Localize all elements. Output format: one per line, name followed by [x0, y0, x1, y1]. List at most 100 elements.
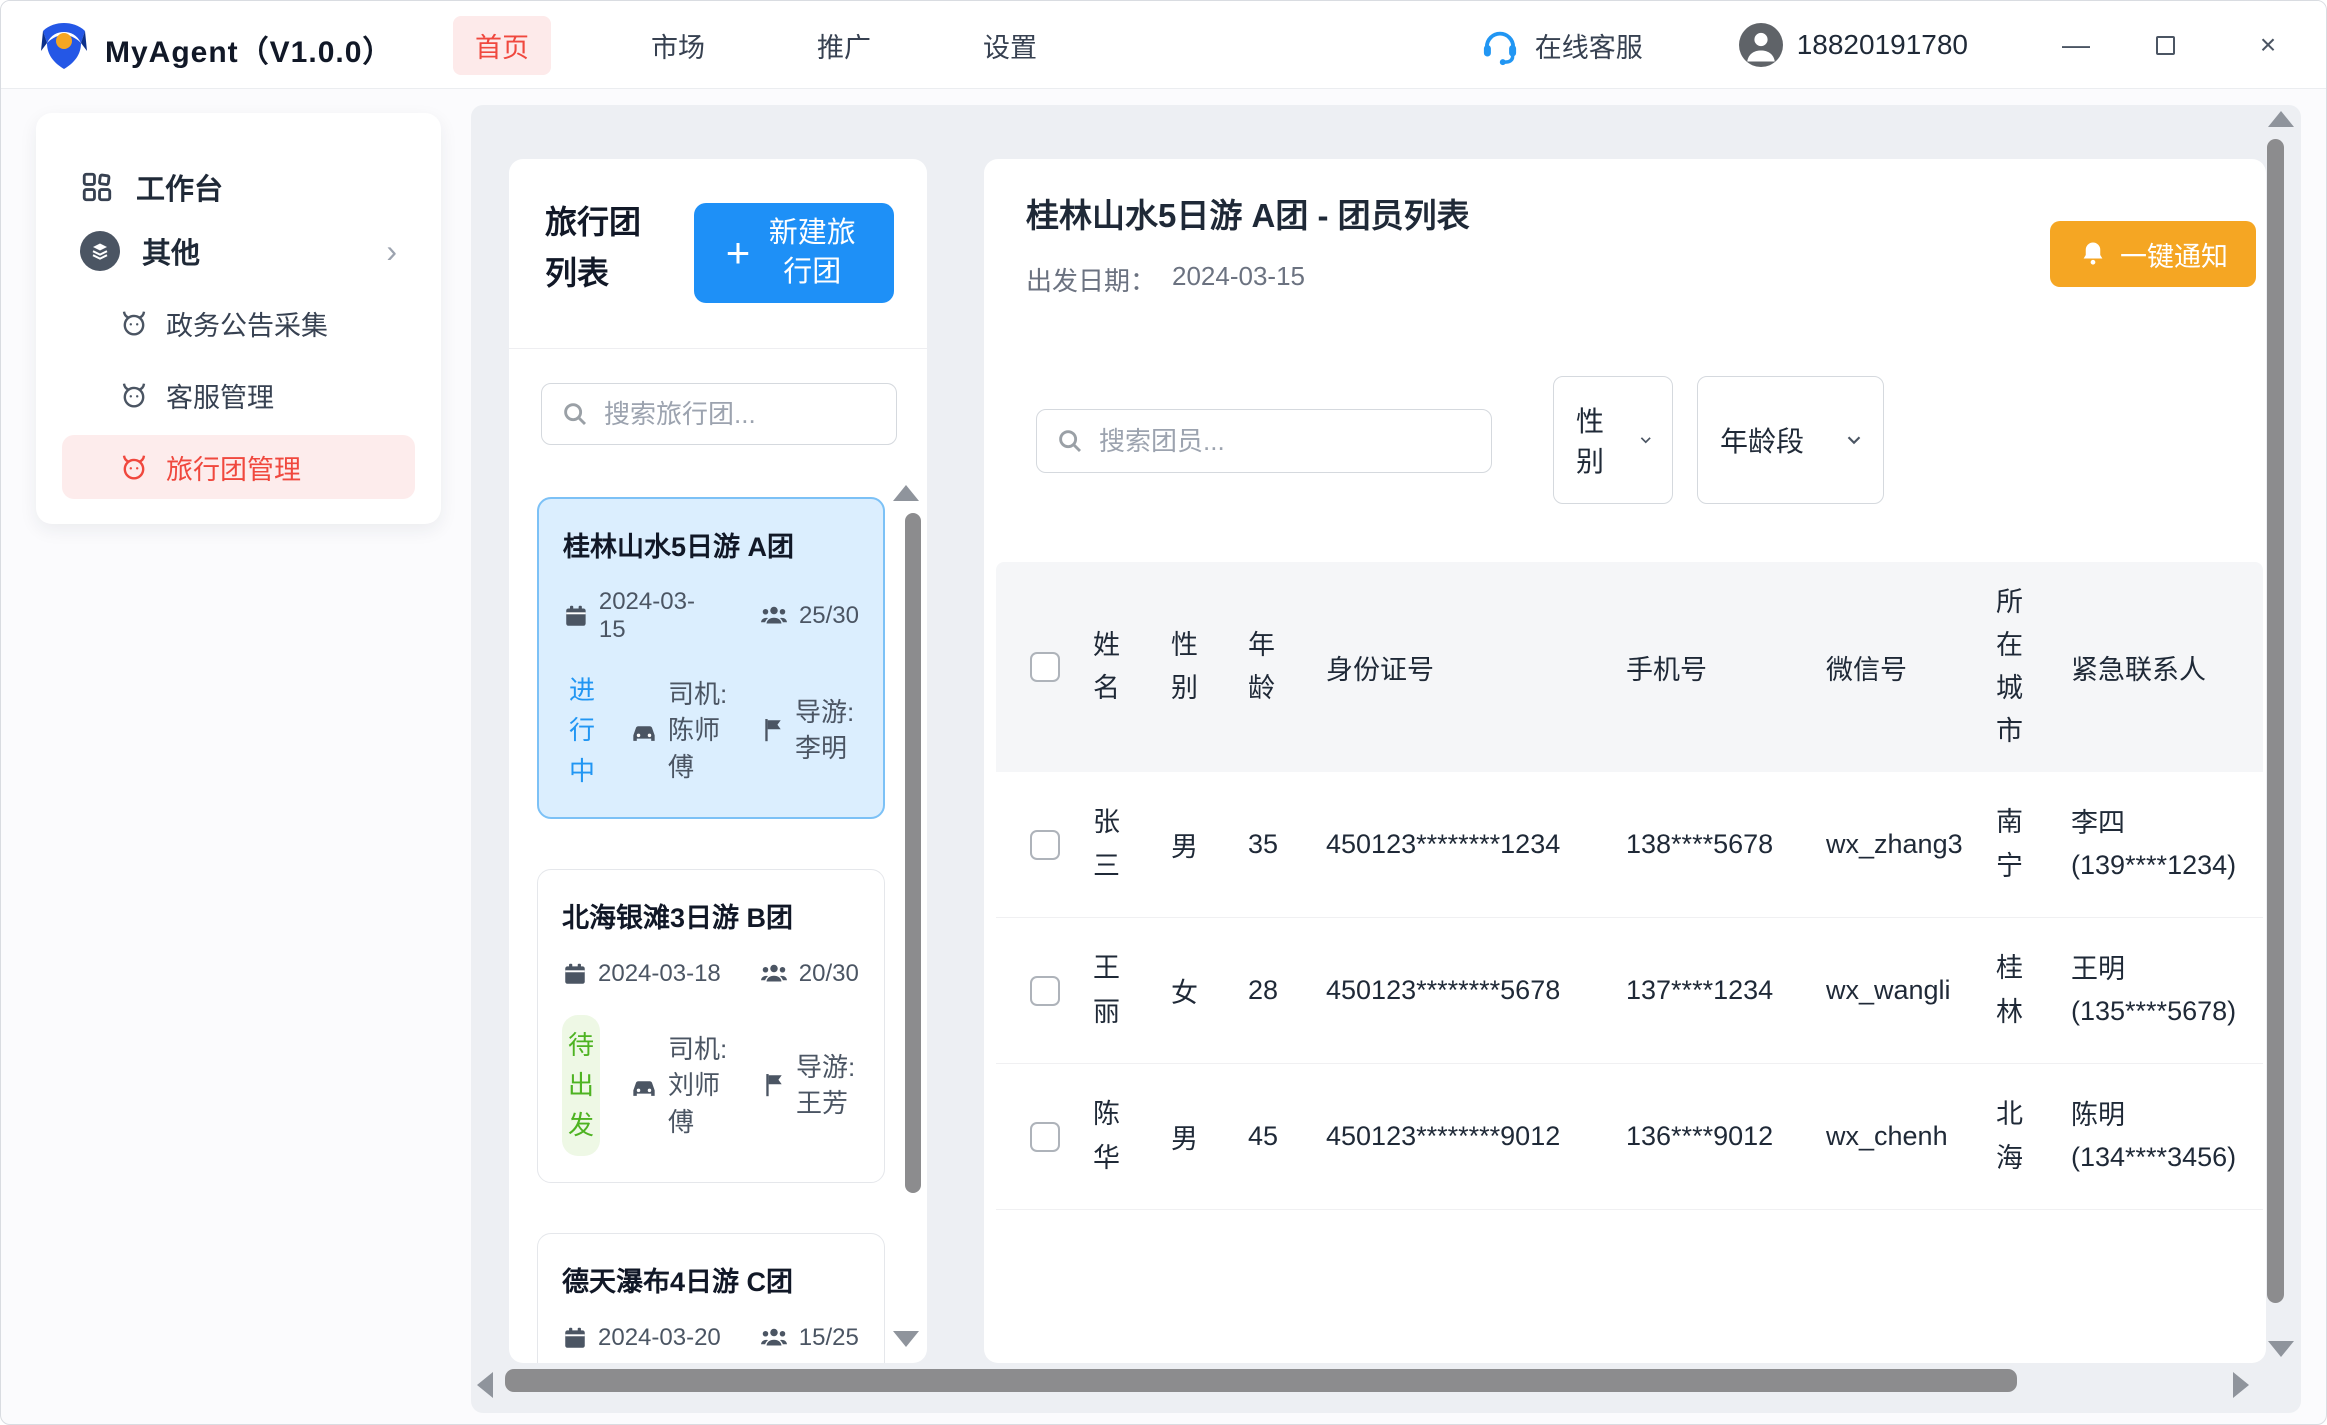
sidebar: 工作台 其他 › 政务公告采集 — [36, 113, 441, 524]
close-button[interactable]: × — [2252, 29, 2284, 61]
minimize-button[interactable]: — — [2060, 29, 2092, 61]
member-table-header: 姓名 性别 年龄 身份证号 手机号 微信号 所在城市 紧急联系人 — [996, 562, 2263, 772]
member-age: 35 — [1236, 829, 1314, 860]
depart-date-row: 出发日期： 2024-03-15 — [1026, 261, 1305, 298]
scroll-up-arrow[interactable] — [893, 485, 919, 501]
tour-cards: 桂林山水5日游 A团 2024-03-15 — [537, 497, 885, 1363]
col-name: 姓名 — [1093, 624, 1123, 710]
tour-list-scrollbar[interactable] — [905, 513, 921, 1193]
member-city: 北海 — [1996, 1093, 2026, 1179]
scroll-down-arrow[interactable] — [2268, 1341, 2294, 1357]
age-filter-label: 年龄段 — [1720, 420, 1804, 460]
plus-icon: + — [726, 232, 751, 274]
member-search-box — [1036, 409, 1492, 473]
member-city: 南宁 — [1996, 801, 2026, 887]
member-city: 桂林 — [1996, 947, 2026, 1033]
scroll-right-arrow[interactable] — [2233, 1372, 2249, 1398]
notify-all-label: 一键通知 — [2120, 235, 2228, 274]
member-name: 张三 — [1093, 801, 1123, 887]
tour-search-input[interactable] — [604, 399, 878, 430]
sidebar-item-gov-notice[interactable]: 政务公告采集 — [62, 291, 415, 355]
member-phone: 138****5678 — [1614, 829, 1814, 860]
scroll-up-arrow[interactable] — [2268, 111, 2294, 127]
maximize-icon — [2156, 36, 2175, 55]
sidebar-tour-management-label: 旅行团管理 — [166, 448, 301, 487]
avatar — [1739, 23, 1783, 67]
tour-card[interactable]: 桂林山水5日游 A团 2024-03-15 — [537, 497, 885, 819]
member-gender: 男 — [1159, 825, 1236, 864]
new-tour-button[interactable]: + 新建旅行团 — [694, 203, 894, 303]
top-bar-right: 在线客服 18820191780 — × — [1479, 1, 2284, 89]
member-gender: 男 — [1159, 1117, 1236, 1156]
sidebar-item-customer-service[interactable]: 客服管理 — [62, 363, 415, 427]
tour-date: 2024-03-20 — [598, 1324, 721, 1352]
vertical-scrollbar[interactable] — [2267, 139, 2284, 1303]
nav-market[interactable]: 市场 — [639, 16, 717, 75]
tour-card[interactable]: 北海银滩3日游 B团 2024-03-18 — [537, 869, 885, 1183]
gender-filter-select[interactable]: 性别 — [1553, 376, 1673, 504]
online-service[interactable]: 在线客服 — [1479, 24, 1643, 66]
tour-list-panel: 旅行团列表 + 新建旅行团 桂林山水5日游 A团 2024-03-15 — [509, 159, 927, 1363]
col-phone: 手机号 — [1614, 648, 1814, 687]
member-emergency: 陈明 (134****3456) — [2059, 1095, 2263, 1179]
row-checkbox[interactable] — [1030, 830, 1060, 860]
row-checkbox[interactable] — [1030, 1122, 1060, 1152]
agent-icon — [118, 307, 150, 339]
horizontal-scrollbar[interactable] — [505, 1369, 2017, 1392]
member-table: 姓名 性别 年龄 身份证号 手机号 微信号 所在城市 紧急联系人 张三 男 35… — [996, 562, 2263, 1210]
tour-capacity: 20/30 — [799, 960, 859, 988]
col-emergency: 紧急联系人 — [2059, 648, 2263, 687]
member-phone: 137****1234 — [1614, 975, 1814, 1006]
maximize-button[interactable] — [2156, 36, 2188, 55]
nav-home[interactable]: 首页 — [453, 16, 551, 75]
agent-icon — [118, 379, 150, 411]
sidebar-customer-service-label: 客服管理 — [166, 376, 274, 415]
nav-settings[interactable]: 设置 — [971, 16, 1049, 75]
col-city: 所在城市 — [1996, 581, 2026, 754]
table-row: 王丽 女 28 450123********5678 137****1234 w… — [996, 918, 2263, 1064]
bell-icon — [2078, 239, 2108, 269]
people-icon — [759, 1323, 789, 1353]
member-id: 450123********5678 — [1314, 975, 1614, 1006]
calendar-icon — [562, 961, 588, 987]
member-age: 28 — [1236, 975, 1314, 1006]
col-gender: 性别 — [1171, 624, 1201, 710]
member-phone: 136****9012 — [1614, 1121, 1814, 1152]
scroll-down-arrow[interactable] — [893, 1331, 919, 1347]
tour-driver: 司机: 刘师傅 — [668, 1031, 732, 1140]
calendar-icon — [562, 1325, 588, 1351]
tour-capacity: 15/25 — [799, 1324, 859, 1352]
age-filter-select[interactable]: 年龄段 — [1697, 376, 1884, 504]
search-icon — [1055, 426, 1085, 456]
calendar-icon — [563, 603, 589, 629]
layers-icon — [80, 231, 120, 271]
row-checkbox[interactable] — [1030, 976, 1060, 1006]
depart-date-value: 2024-03-15 — [1172, 261, 1305, 298]
app-window: MyAgent（V1.0.0） 首页 市场 推广 设置 在线客服 — [0, 0, 2327, 1425]
tour-card[interactable]: 德天瀑布4日游 C团 2024-03-20 — [537, 1233, 885, 1363]
col-id: 身份证号 — [1314, 648, 1614, 687]
notify-all-button[interactable]: 一键通知 — [2050, 221, 2256, 287]
member-emergency: 王明 (135****5678) — [2059, 949, 2263, 1033]
top-nav: 首页 市场 推广 设置 — [453, 1, 1049, 89]
scroll-left-arrow[interactable] — [477, 1372, 493, 1398]
member-name: 陈华 — [1093, 1093, 1123, 1179]
window-controls: — × — [2060, 29, 2284, 61]
tour-date: 2024-03-15 — [599, 588, 721, 644]
member-search-input[interactable] — [1099, 426, 1473, 457]
sidebar-item-other[interactable]: 其他 › — [62, 219, 415, 283]
new-tour-button-label: 新建旅行团 — [762, 214, 862, 292]
sidebar-item-workbench[interactable]: 工作台 — [62, 155, 415, 219]
headset-icon — [1479, 24, 1521, 66]
nav-promotion[interactable]: 推广 — [805, 16, 883, 75]
sidebar-item-tour-management[interactable]: 旅行团管理 — [62, 435, 415, 499]
member-id: 450123********1234 — [1314, 829, 1614, 860]
user-icon — [1739, 23, 1783, 67]
user-account[interactable]: 18820191780 — [1739, 23, 1968, 67]
select-all-checkbox[interactable] — [1030, 652, 1060, 682]
member-list-title: 桂林山水5日游 A团 - 团员列表 — [1026, 189, 1470, 237]
tour-card-title: 北海银滩3日游 B团 — [562, 896, 860, 935]
chevron-right-icon: › — [386, 235, 397, 267]
tour-card-title: 德天瀑布4日游 C团 — [562, 1260, 860, 1299]
chevron-down-icon — [1637, 429, 1654, 451]
